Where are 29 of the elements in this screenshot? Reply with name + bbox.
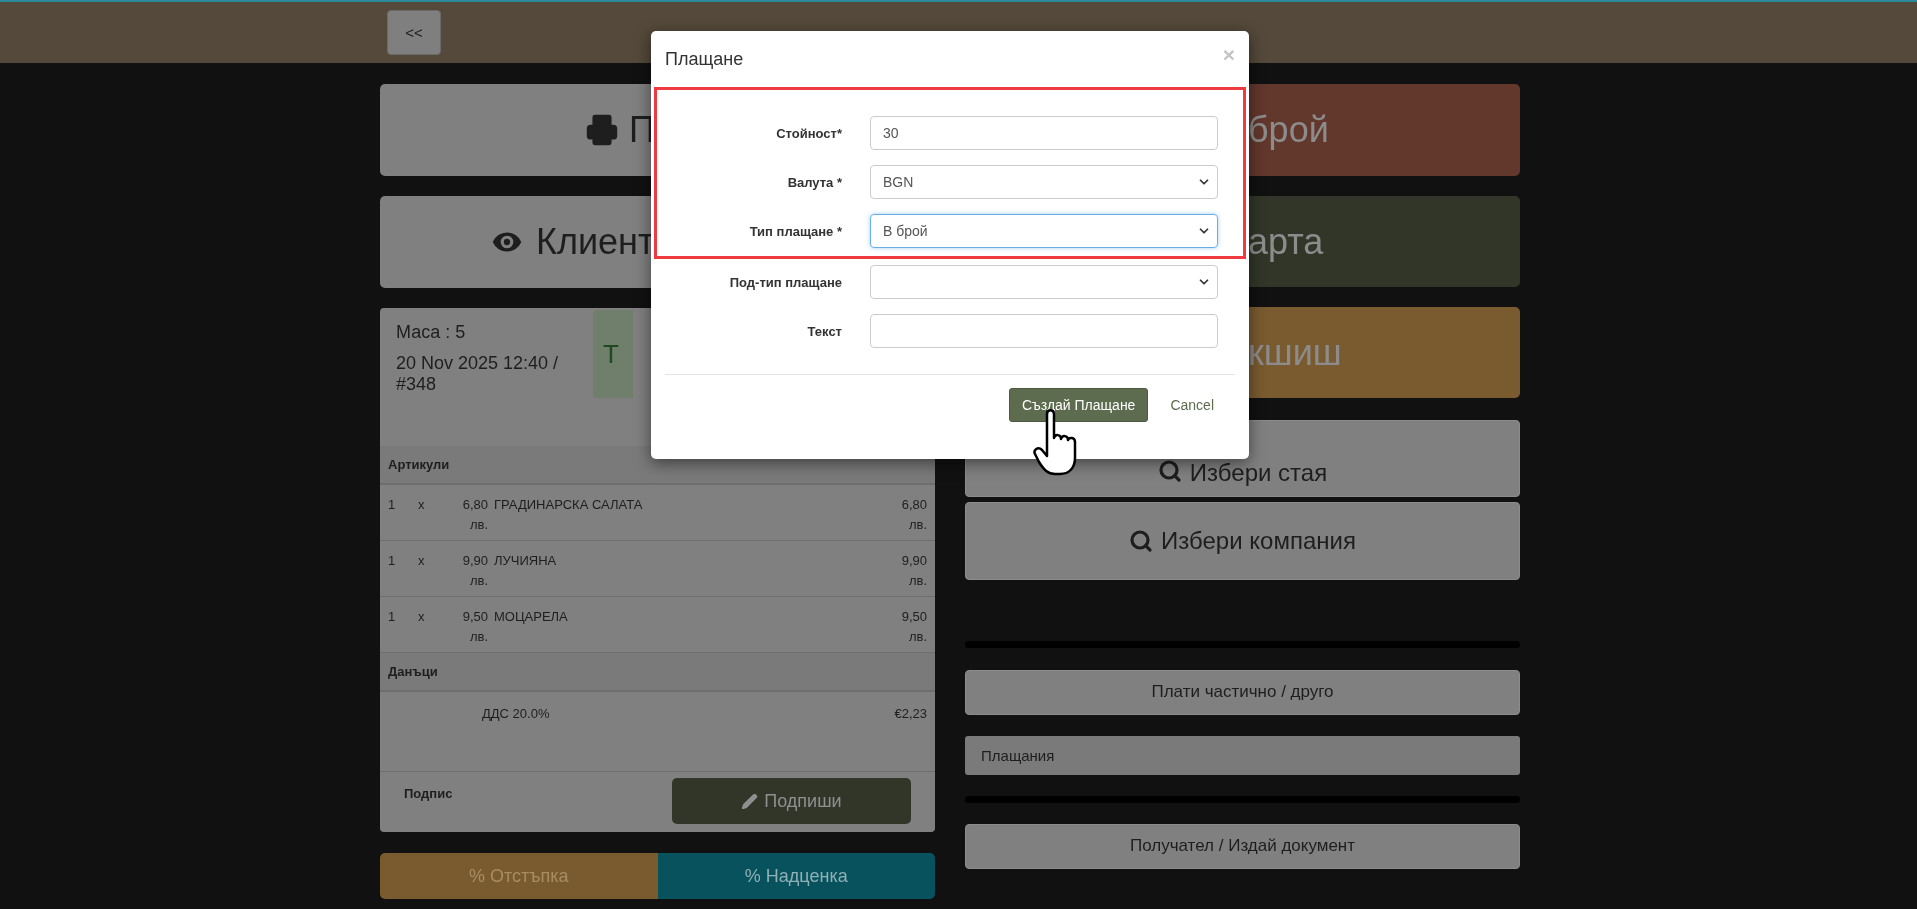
- item-name: ЛУЧИЯНА: [494, 552, 558, 570]
- times-sign: x: [418, 496, 426, 514]
- field-label: Тип плащане *: [748, 223, 842, 239]
- payments-panel: Плащания: [965, 736, 1520, 775]
- field-label: Стойност*: [775, 125, 842, 141]
- item-name: ГРАДИНАРСКА САЛАТА: [494, 496, 644, 514]
- section-header: Данъци: [380, 653, 935, 692]
- field-label: Валута *: [786, 174, 842, 190]
- item-quantity: 1: [388, 496, 397, 514]
- item-name: МОЦАРЕЛА: [494, 608, 569, 626]
- item-total: 6,80 лв.: [900, 496, 927, 534]
- item-total: 9,50 лв.: [900, 608, 927, 646]
- item-total: 9,90 лв.: [900, 552, 927, 590]
- times-sign: x: [418, 608, 426, 626]
- item-quantity: 1: [388, 552, 397, 570]
- order-date: 20 Nov 2025 12:40 / #348: [396, 353, 560, 395]
- tax-amount: €2,23: [893, 705, 927, 723]
- field-label: Под-тип плащане: [728, 274, 842, 290]
- item-price: 9,50 лв.: [461, 608, 488, 646]
- field-label: Текст: [806, 323, 842, 339]
- item-price: 6,80 лв.: [461, 496, 488, 534]
- status-banner: Т: [593, 310, 633, 398]
- dialog-title: Плащане: [665, 48, 744, 70]
- tax-name: ДДС 20.0%: [482, 705, 551, 723]
- times-sign: x: [418, 552, 426, 570]
- item-price: 9,90 лв.: [461, 552, 488, 590]
- signature-label: Подпис: [404, 786, 453, 803]
- table-number: Маса : 5: [396, 322, 467, 343]
- item-quantity: 1: [388, 608, 397, 626]
